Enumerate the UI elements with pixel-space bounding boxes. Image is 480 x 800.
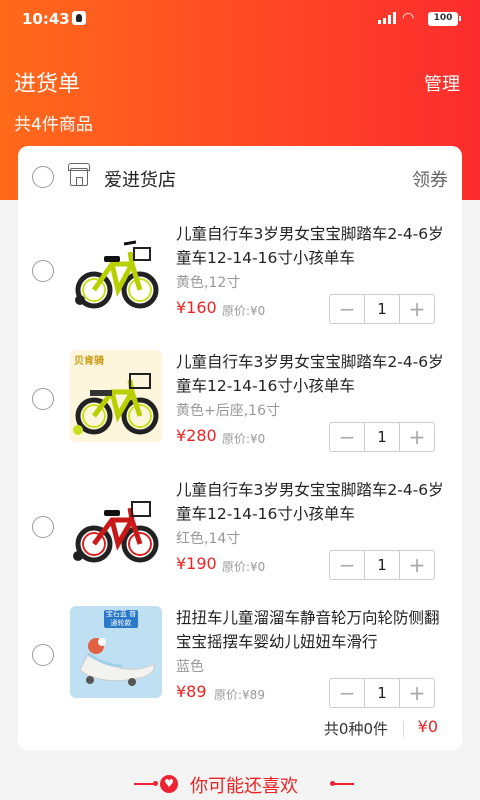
quantity-stepper: − 1 + (329, 678, 435, 708)
summary-divider (403, 721, 404, 737)
product-title[interactable]: 儿童自行车3岁男女宝宝脚踏车2-4-6岁童车12-14-16寸小孩单车 (176, 350, 446, 398)
decrease-button[interactable]: − (330, 551, 364, 579)
signal-icon (378, 12, 400, 24)
item-select-radio[interactable] (32, 388, 54, 410)
recommend-section-header: ♥ 你可能还喜欢 (0, 770, 480, 800)
decrease-button[interactable]: − (330, 423, 364, 451)
qq-notification-icon (72, 11, 86, 25)
store-icon (68, 163, 90, 186)
wifi-icon: ◠ (402, 10, 415, 26)
increase-button[interactable]: + (400, 295, 434, 323)
manage-button[interactable]: 管理 (424, 70, 460, 96)
summary-total: ¥0 (417, 717, 438, 736)
increase-button[interactable]: + (400, 551, 434, 579)
battery-icon: 100 (428, 12, 461, 26)
product-spec[interactable]: 黄色+后座,16寸 (176, 400, 280, 420)
product-spec[interactable]: 红色,14寸 (176, 528, 240, 548)
product-image[interactable] (70, 478, 162, 570)
decrease-button[interactable]: − (330, 295, 364, 323)
quantity-input[interactable]: 1 (364, 295, 400, 323)
quantity-input[interactable]: 1 (364, 551, 400, 579)
right-divider (330, 781, 354, 786)
item-count: 共4件商品 (14, 115, 93, 135)
summary-count: 共0种0件 (323, 720, 388, 738)
product-price: ¥160 (176, 298, 217, 317)
increase-button[interactable]: + (400, 679, 434, 707)
item-select-radio[interactable] (32, 644, 54, 666)
heart-icon: ♥ (160, 775, 178, 793)
cart-item: 贝肯骑 儿童自行车3岁男女宝宝脚踏车2-4-6岁童车12-14-16寸小孩单车 … (18, 336, 462, 462)
increase-button[interactable]: + (400, 423, 434, 451)
product-image[interactable] (70, 222, 162, 314)
cart-summary: 共0种0件 ¥0 (18, 708, 462, 748)
product-spec[interactable]: 黄色,12寸 (176, 272, 240, 292)
item-select-radio[interactable] (32, 516, 54, 538)
shop-select-radio[interactable] (32, 166, 54, 188)
cart-item: 宝石蓝 普通轮款 扭扭车儿童溜溜车静音轮万向轮防侧翻宝宝摇摆车婴幼儿妞妞车滑行 … (18, 592, 462, 718)
coupon-button[interactable]: 领券 (412, 166, 448, 192)
product-price: ¥89 (176, 682, 207, 701)
quantity-input[interactable]: 1 (364, 423, 400, 451)
shop-header: 爱进货店 领券 (18, 146, 462, 208)
decrease-button[interactable]: − (330, 679, 364, 707)
product-spec[interactable]: 蓝色 (176, 656, 204, 676)
original-price: 原价:¥0 (222, 432, 266, 446)
cart-item: 儿童自行车3岁男女宝宝脚踏车2-4-6岁童车12-14-16寸小孩单车 红色,1… (18, 464, 462, 590)
original-price: 原价:¥0 (222, 304, 266, 318)
original-price: 原价:¥0 (222, 560, 266, 574)
status-bar: 10:43 ◠ 100 (0, 0, 480, 36)
cart-card: 爱进货店 领券 儿童自行车3岁男女宝宝脚踏车2-4-6岁童车12-14-16寸小… (18, 146, 462, 750)
page-title: 进货单 (14, 72, 81, 97)
recommend-title: 你可能还喜欢 (190, 776, 298, 797)
image-badge-text: 贝肯骑 (74, 356, 104, 367)
product-title[interactable]: 儿童自行车3岁男女宝宝脚踏车2-4-6岁童车12-14-16寸小孩单车 (176, 222, 446, 270)
product-title[interactable]: 扭扭车儿童溜溜车静音轮万向轮防侧翻宝宝摇摆车婴幼儿妞妞车滑行 (176, 606, 446, 654)
quantity-stepper: − 1 + (329, 294, 435, 324)
product-image[interactable]: 宝石蓝 普通轮款 (70, 606, 162, 698)
image-badge-text: 宝石蓝 普通轮款 (104, 610, 138, 628)
cart-item: 儿童自行车3岁男女宝宝脚踏车2-4-6岁童车12-14-16寸小孩单车 黄色,1… (18, 208, 462, 334)
left-divider (134, 781, 158, 786)
product-price: ¥280 (176, 426, 217, 445)
original-price: 原价:¥89 (214, 688, 265, 702)
status-time: 10:43 (22, 10, 70, 28)
product-title[interactable]: 儿童自行车3岁男女宝宝脚踏车2-4-6岁童车12-14-16寸小孩单车 (176, 478, 446, 526)
product-image[interactable]: 贝肯骑 (70, 350, 162, 442)
quantity-stepper: − 1 + (329, 422, 435, 452)
quantity-input[interactable]: 1 (364, 679, 400, 707)
quantity-stepper: − 1 + (329, 550, 435, 580)
item-select-radio[interactable] (32, 260, 54, 282)
shop-name[interactable]: 爱进货店 (104, 166, 176, 192)
product-price: ¥190 (176, 554, 217, 573)
